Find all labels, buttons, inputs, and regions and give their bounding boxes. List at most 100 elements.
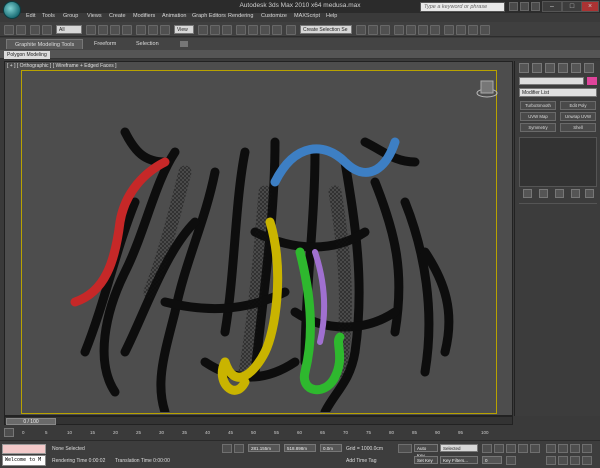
menu-modifiers[interactable]: Modifiers — [133, 13, 155, 19]
menu-maxscript[interactable]: MAXScript — [294, 13, 320, 19]
undo-icon[interactable] — [4, 25, 14, 35]
orbit-icon[interactable] — [570, 456, 580, 465]
percent-snap-icon[interactable] — [260, 25, 270, 35]
menu-create[interactable]: Create — [109, 13, 126, 19]
pin-stack-icon[interactable] — [523, 189, 532, 198]
key-filters-button[interactable]: Key Filters... — [440, 456, 478, 464]
previous-frame-icon[interactable] — [494, 444, 504, 453]
viewport-label[interactable]: [ + ] [ Orthographic ] [ Wireframe + Edg… — [7, 63, 117, 69]
key-mode-dropdown[interactable]: Selected — [440, 444, 478, 452]
render-setup-icon[interactable] — [444, 25, 454, 35]
symmetry-button[interactable]: Symmetry — [520, 123, 556, 132]
rendered-frame-icon[interactable] — [456, 25, 466, 35]
x-coordinate-field[interactable]: 281.155m — [248, 444, 280, 452]
graphite-toggle-icon[interactable] — [394, 25, 404, 35]
play-icon[interactable] — [506, 444, 516, 453]
time-slider[interactable]: 0 / 100 — [4, 416, 513, 425]
binoculars-icon[interactable] — [509, 2, 518, 11]
lock-selection-icon[interactable] — [222, 444, 232, 453]
show-end-result-icon[interactable] — [539, 189, 548, 198]
window-crossing-icon[interactable] — [122, 25, 132, 35]
add-time-tag[interactable]: Add Time Tag — [346, 458, 376, 464]
scale-icon[interactable] — [160, 25, 170, 35]
maxscript-listener-input[interactable] — [2, 444, 46, 454]
keyboard-shortcut-icon[interactable] — [222, 25, 232, 35]
menu-rendering[interactable]: Rendering — [228, 13, 253, 19]
menu-customize[interactable]: Customize — [261, 13, 287, 19]
help-icon[interactable] — [531, 2, 540, 11]
medusa-wireframe-model[interactable] — [65, 112, 485, 412]
search-input[interactable]: Type a keyword or phrase — [420, 2, 505, 12]
display-tab-icon[interactable] — [571, 63, 581, 73]
move-icon[interactable] — [136, 25, 146, 35]
object-name-field[interactable] — [519, 77, 584, 85]
modifier-list-dropdown[interactable]: Modifier List — [519, 88, 597, 97]
tab-freeform[interactable]: Freeform — [86, 39, 124, 49]
time-slider-handle[interactable]: 0 / 100 — [6, 418, 56, 425]
redo-icon[interactable] — [16, 25, 26, 35]
polygon-modeling-panel[interactable]: Polygon Modeling — [4, 51, 50, 59]
maxscript-output[interactable]: Welcome to M — [2, 455, 46, 466]
angle-snap-icon[interactable] — [248, 25, 258, 35]
zoom-icon[interactable] — [546, 444, 556, 453]
teapot-render-icon[interactable] — [480, 25, 490, 35]
close-button[interactable]: × — [581, 1, 599, 12]
unwrap-uvw-button[interactable]: Unwrap UVW — [560, 112, 596, 121]
snap-toggle-icon[interactable] — [236, 25, 246, 35]
rectangular-selection-icon[interactable] — [110, 25, 120, 35]
mirror-icon[interactable] — [356, 25, 366, 35]
selection-filter-dropdown[interactable]: All — [56, 25, 82, 34]
perspective-viewport[interactable]: [ + ] [ Orthographic ] [ Wireframe + Edg… — [4, 61, 513, 416]
remove-modifier-icon[interactable] — [571, 189, 580, 198]
time-configuration-icon[interactable] — [506, 456, 516, 465]
select-by-name-icon[interactable] — [98, 25, 108, 35]
maximize-button[interactable]: □ — [562, 1, 582, 12]
hierarchy-tab-icon[interactable] — [545, 63, 555, 73]
edit-poly-button[interactable]: Edit Poly — [560, 101, 596, 110]
pivot-center-icon[interactable] — [198, 25, 208, 35]
schematic-view-icon[interactable] — [418, 25, 428, 35]
uvw-map-button[interactable]: UVW Map — [520, 112, 556, 121]
menu-help[interactable]: Help — [326, 13, 337, 19]
link-icon[interactable] — [30, 25, 40, 35]
modifier-stack[interactable] — [519, 137, 597, 187]
object-color-swatch[interactable] — [587, 77, 597, 85]
y-coordinate-field[interactable]: 518.898m — [284, 444, 316, 452]
rotate-icon[interactable] — [148, 25, 158, 35]
modify-tab-icon[interactable] — [532, 63, 542, 73]
field-of-view-icon[interactable] — [546, 456, 556, 465]
menu-graph-editors[interactable]: Graph Editors — [192, 13, 226, 19]
absolute-mode-icon[interactable] — [234, 444, 244, 453]
render-production-icon[interactable] — [468, 25, 478, 35]
select-object-icon[interactable] — [86, 25, 96, 35]
utilities-tab-icon[interactable] — [584, 63, 594, 73]
go-to-start-icon[interactable] — [482, 444, 492, 453]
set-key-button[interactable]: Set Key — [414, 456, 438, 464]
pan-view-icon[interactable] — [558, 456, 568, 465]
shell-button[interactable]: Shell — [560, 123, 596, 132]
configure-sets-icon[interactable] — [585, 189, 594, 198]
make-unique-icon[interactable] — [555, 189, 564, 198]
turbosmooth-button[interactable]: TurboSmooth — [520, 101, 556, 110]
zoom-extents-icon[interactable] — [570, 444, 580, 453]
ribbon-options-icon[interactable] — [180, 41, 188, 47]
mini-curve-editor-icon[interactable] — [4, 428, 14, 437]
select-manipulate-icon[interactable] — [210, 25, 220, 35]
app-logo-icon[interactable] — [3, 1, 21, 19]
go-to-end-icon[interactable] — [530, 444, 540, 453]
curve-editor-icon[interactable] — [406, 25, 416, 35]
zoom-extents-all-icon[interactable] — [582, 444, 592, 453]
auto-key-button[interactable]: Auto Key — [414, 444, 438, 458]
menu-animation[interactable]: Animation — [162, 13, 186, 19]
reference-coordinate-dropdown[interactable]: View — [174, 25, 194, 34]
minimize-button[interactable]: – — [542, 1, 562, 12]
key-icon[interactable] — [398, 444, 412, 453]
material-editor-icon[interactable] — [430, 25, 440, 35]
menu-group[interactable]: Group — [63, 13, 78, 19]
menu-views[interactable]: Views — [87, 13, 102, 19]
named-selection-dropdown[interactable]: Create Selection Se — [300, 25, 352, 34]
z-coordinate-field[interactable]: 0.0m — [320, 444, 342, 452]
motion-tab-icon[interactable] — [558, 63, 568, 73]
track-bar[interactable]: 0 5 10 15 20 25 30 35 40 45 50 55 60 65 … — [0, 425, 600, 440]
layer-manager-icon[interactable] — [380, 25, 390, 35]
